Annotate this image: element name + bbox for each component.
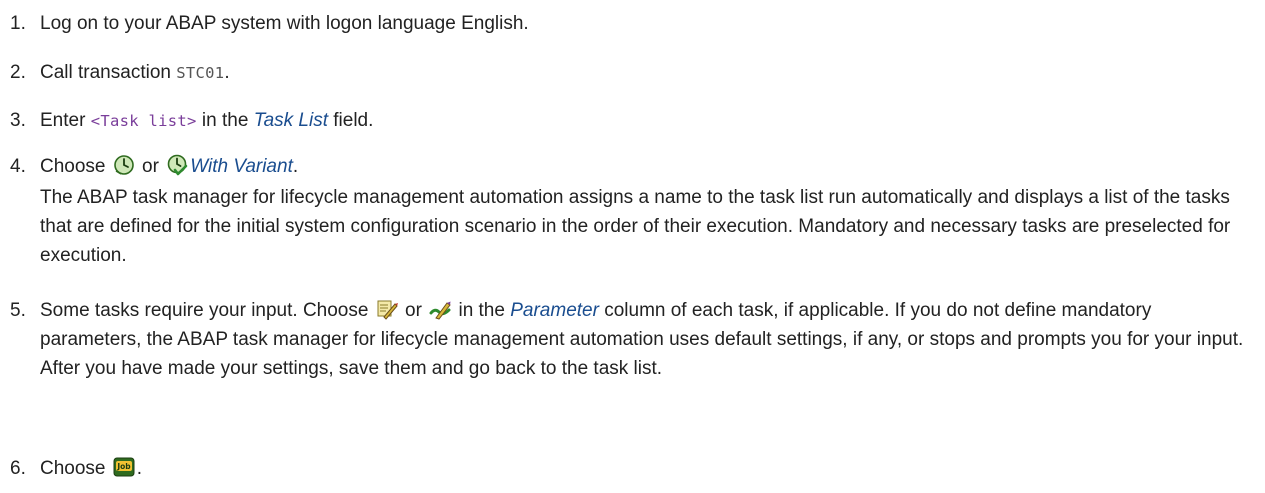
step-4-post: . — [292, 156, 299, 177]
step-text: Choose Job. — [40, 454, 1257, 483]
step-number: 2. — [10, 62, 26, 83]
step-6-pre: Choose — [40, 458, 111, 479]
svg-text:Job: Job — [116, 462, 131, 471]
steps-list: 1. Log on to your ABAP system with logon… — [0, 0, 1265, 493]
step-3-pre: Enter — [40, 110, 91, 131]
step-4-mid: or — [136, 156, 165, 177]
step-5-mid: or — [399, 300, 428, 321]
step-text: Log on to your ABAP system with logon la… — [40, 9, 1257, 38]
step-4-pre: Choose — [40, 156, 111, 177]
edit-parameter-icon[interactable] — [376, 298, 398, 320]
step-1: 1. Log on to your ABAP system with logon… — [10, 9, 1257, 38]
execute-variant-icon[interactable] — [166, 154, 188, 176]
step-number: 4. — [10, 156, 26, 177]
step-text: Some tasks require your input. Choose or… — [40, 296, 1257, 383]
step-number: 5. — [10, 300, 26, 321]
step-number: 6. — [10, 458, 26, 479]
task-list-field-label: Task List — [253, 110, 328, 131]
step-2-pre: Call transaction — [40, 62, 177, 83]
step-6: 6. Choose Job. — [10, 454, 1257, 483]
step-number: 1. — [10, 13, 26, 34]
parameter-column-label: Parameter — [510, 300, 599, 321]
step-3-post: field. — [327, 110, 374, 131]
step-3-mid: in the — [196, 110, 254, 131]
step-4: 4. Choose or With Variant. The ABAP task… — [10, 152, 1257, 270]
step-5-mid2: in the — [453, 300, 511, 321]
step-4-description: The ABAP task manager for lifecycle mana… — [40, 187, 1231, 266]
step-number: 3. — [10, 110, 26, 131]
step-text: Choose or With Variant. The ABAP task ma… — [40, 152, 1257, 270]
step-2-post: . — [224, 62, 230, 83]
with-variant-label: With Variant — [190, 156, 293, 177]
step-5: 5. Some tasks require your input. Choose… — [10, 296, 1257, 383]
step-3: 3. Enter <Task list> in the Task List fi… — [10, 106, 1257, 136]
transaction-code: STC01 — [176, 64, 225, 82]
edit-parameter-set-icon[interactable] — [429, 298, 451, 320]
step-2: 2. Call transaction STC01. — [10, 58, 1257, 88]
step-1-text: Log on to your ABAP system with logon la… — [40, 13, 529, 34]
step-4-instruction: Choose or With Variant. — [40, 152, 1257, 181]
job-icon[interactable]: Job — [113, 456, 135, 478]
step-5-pre: Some tasks require your input. Choose — [40, 300, 374, 321]
step-6-post: . — [136, 458, 143, 479]
execute-clock-icon[interactable] — [113, 154, 135, 176]
step-text: Enter <Task list> in the Task List field… — [40, 106, 1257, 136]
step-text: Call transaction STC01. — [40, 58, 1257, 88]
task-list-placeholder: <Task list> — [90, 112, 197, 130]
